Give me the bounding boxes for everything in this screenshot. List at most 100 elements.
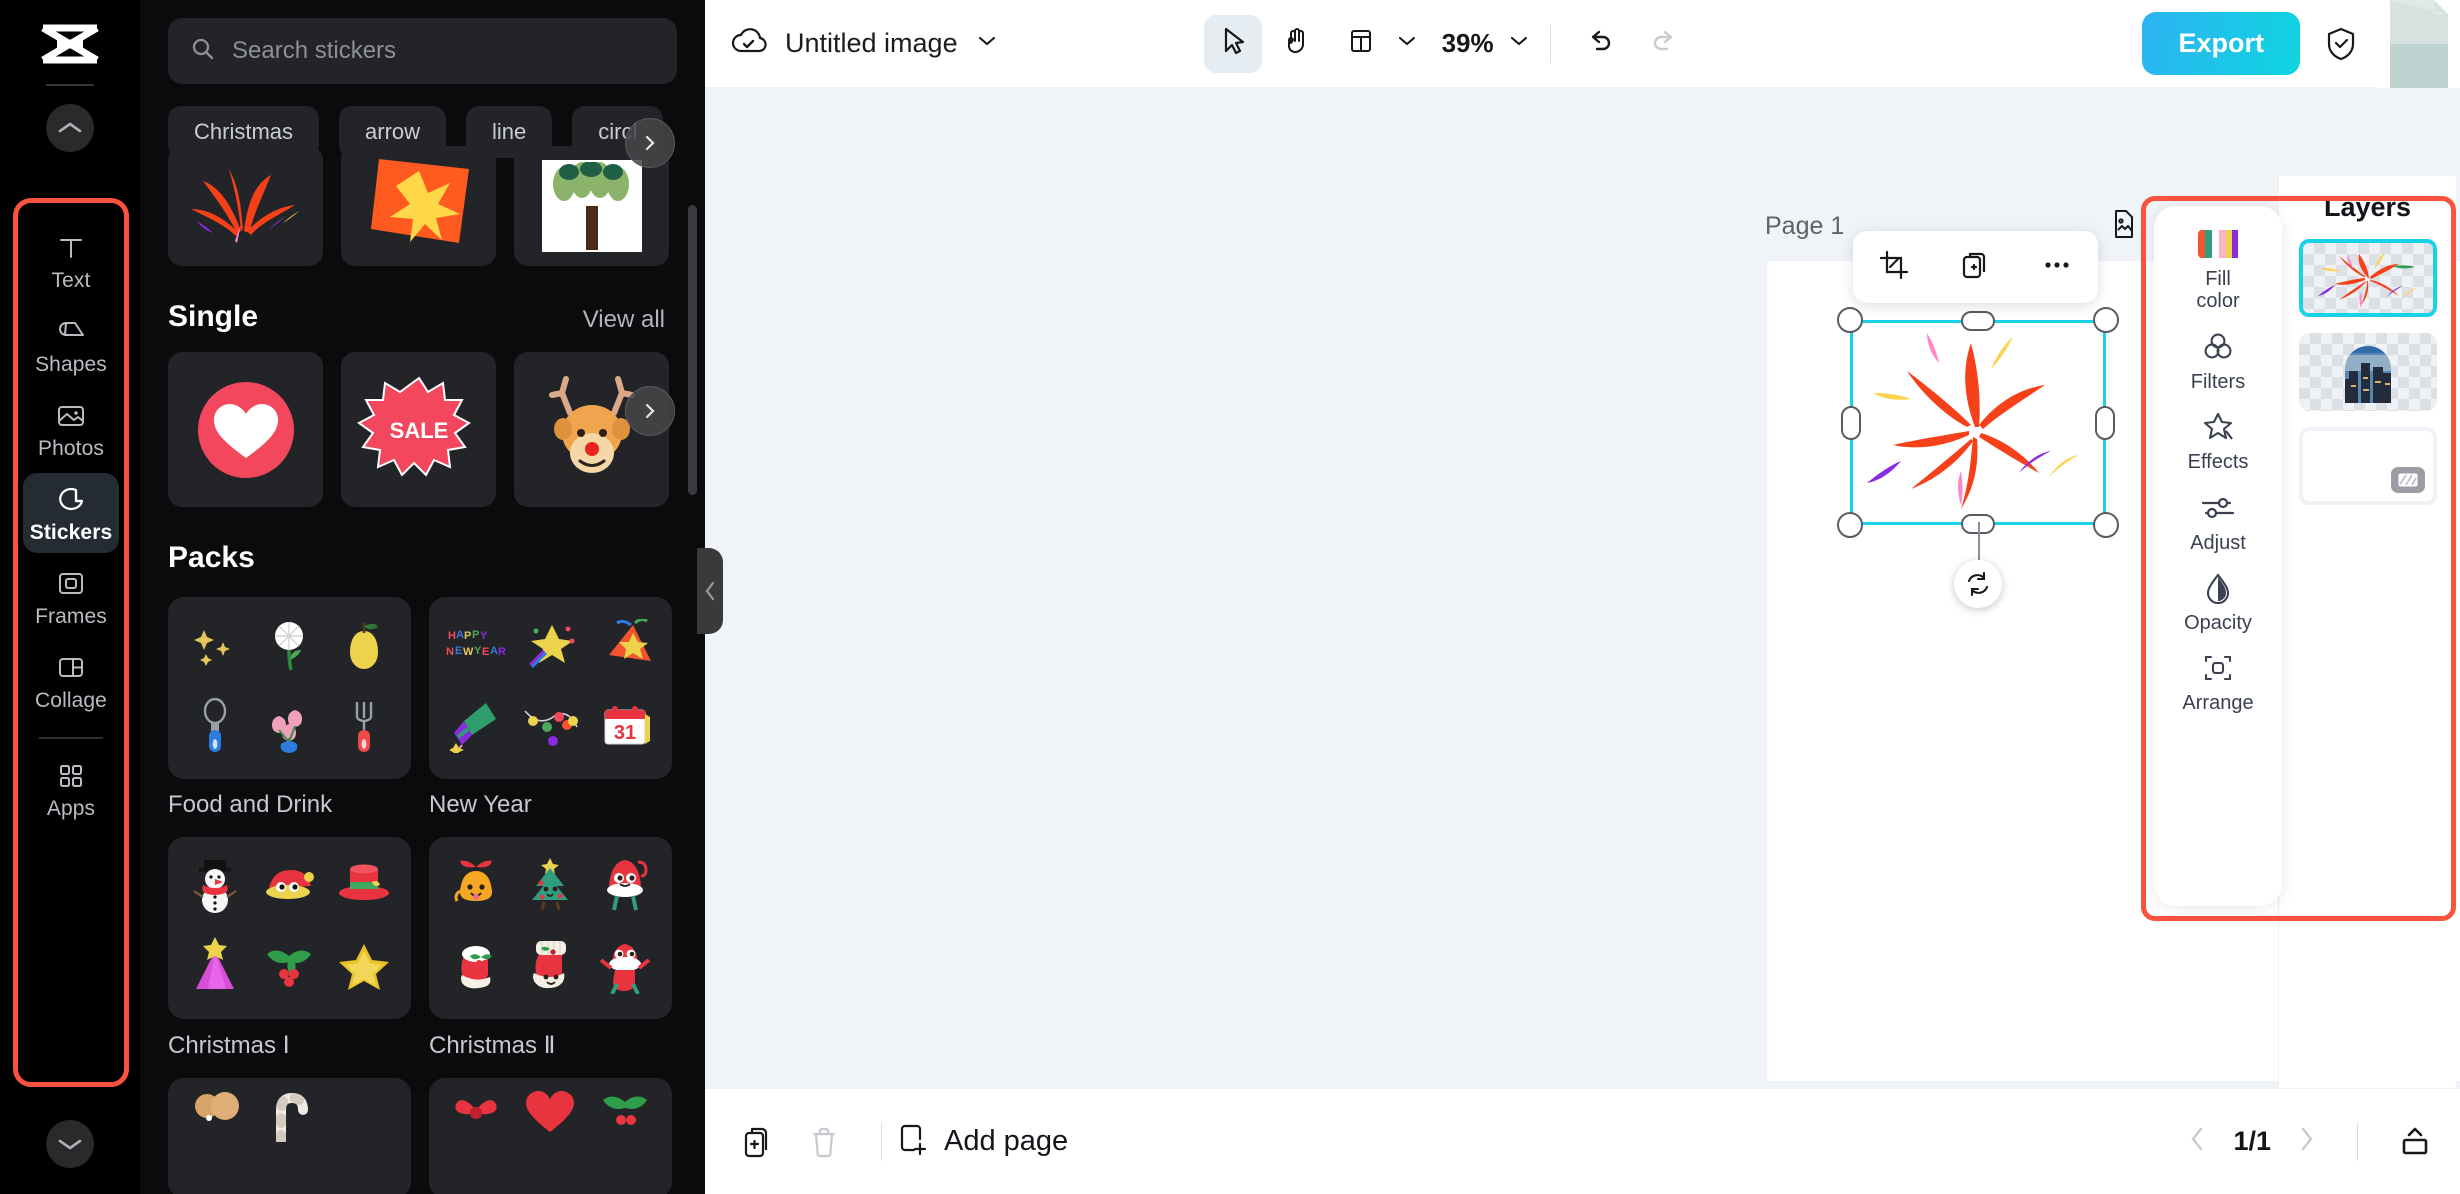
duplicate-page-button[interactable] xyxy=(741,1124,775,1160)
resize-handle-top-right[interactable] xyxy=(2093,307,2119,333)
layer-item-firework[interactable] xyxy=(2299,239,2437,317)
layers-title: Layers xyxy=(2279,192,2456,223)
sidebar-item-apps[interactable]: Apps xyxy=(23,749,119,829)
layer-item-photo[interactable] xyxy=(2299,333,2437,411)
pack-card[interactable] xyxy=(168,1078,411,1194)
resize-handle-bottom-right[interactable] xyxy=(2093,512,2119,538)
chevron-down-icon[interactable] xyxy=(976,34,998,53)
chevron-down-icon[interactable] xyxy=(1508,34,1530,53)
rotate-stem xyxy=(1978,522,1980,562)
search-input[interactable]: Search stickers xyxy=(168,18,677,84)
cursor-arrow-icon xyxy=(1219,26,1247,61)
sidebar-item-collage[interactable]: Collage xyxy=(23,641,119,721)
sticker-tile[interactable]: SALE xyxy=(341,352,496,507)
recent-sticker-strip xyxy=(140,128,705,266)
panel-scrollbar[interactable] xyxy=(688,205,697,495)
pack-card[interactable] xyxy=(429,1078,672,1194)
pack-card[interactable]: Christmas Ⅱ xyxy=(429,837,672,1060)
svg-text:N: N xyxy=(446,646,454,658)
tool-filters[interactable]: Filters xyxy=(2163,327,2273,393)
prev-page-button[interactable] xyxy=(2187,1124,2207,1159)
duplicate-button[interactable] xyxy=(1959,249,1991,286)
more-button[interactable] xyxy=(2041,249,2073,286)
topbar-left: Untitled image xyxy=(729,24,998,63)
cloud-saved-icon[interactable] xyxy=(729,24,767,63)
sidebar-item-stickers[interactable]: Stickers xyxy=(23,473,119,553)
select-tool-button[interactable] xyxy=(1204,15,1262,73)
svg-text:A: A xyxy=(490,645,498,657)
svg-text:R: R xyxy=(498,646,506,658)
rail-section-divider xyxy=(39,737,103,739)
santa-hat-sticker xyxy=(261,864,317,911)
sidebar-item-frames[interactable]: Frames xyxy=(23,557,119,637)
object-tools-panel: Fillcolor Filters Effects xyxy=(2154,206,2282,906)
sticker-strip-next-button[interactable] xyxy=(625,118,675,168)
export-button[interactable]: Export xyxy=(2142,12,2300,75)
panel-collapse-button[interactable] xyxy=(697,548,723,634)
layout-icon xyxy=(1348,27,1374,60)
document-title[interactable]: Untitled image xyxy=(785,28,958,59)
sidebar-item-text[interactable]: Text xyxy=(23,221,119,301)
redo-button[interactable] xyxy=(1635,15,1693,73)
single-sticker-strip: SALE xyxy=(140,334,705,507)
delete-page-button[interactable] xyxy=(809,1124,839,1160)
pack-card[interactable]: HAPPY NEWYEAR 31 New Year xyxy=(429,597,672,819)
tool-label: Filters xyxy=(2191,371,2245,393)
snowman-sticker xyxy=(190,857,240,918)
selection-box[interactable] xyxy=(1850,320,2106,525)
pack-card[interactable]: Food and Drink xyxy=(168,597,411,819)
sidebar-item-label: Apps xyxy=(47,797,95,821)
layout-tool-button[interactable] xyxy=(1332,15,1390,73)
sticker-tile[interactable] xyxy=(341,146,496,266)
rail-scroll-down-button[interactable] xyxy=(46,1120,94,1168)
sidebar-item-label: Stickers xyxy=(30,521,113,545)
resize-handle-top-left[interactable] xyxy=(1837,307,1863,333)
shield-check-icon[interactable] xyxy=(2312,15,2370,73)
crop-button[interactable] xyxy=(1878,249,1910,286)
chevron-down-icon[interactable] xyxy=(1396,34,1418,53)
svg-text:P: P xyxy=(464,630,471,642)
tool-opacity[interactable]: Opacity xyxy=(2163,568,2273,634)
svg-text:A: A xyxy=(456,629,464,641)
sidebar-item-label: Shapes xyxy=(35,353,107,377)
hand-tool-button[interactable] xyxy=(1268,15,1326,73)
single-strip-next-button[interactable] xyxy=(625,386,675,436)
resize-handle-right[interactable] xyxy=(2095,406,2115,440)
canvas-area[interactable]: Page 1 xyxy=(705,88,2460,1088)
pack-card[interactable]: Christmas Ⅰ xyxy=(168,837,411,1060)
sidebar-item-label: Frames xyxy=(35,605,107,629)
tool-adjust[interactable]: Adjust xyxy=(2163,488,2273,554)
shapes-icon xyxy=(55,315,87,349)
sidebar-item-shapes[interactable]: Shapes xyxy=(23,305,119,385)
happy-new-year-sticker: HAPPY NEWYEAR xyxy=(444,623,508,672)
holly-leaf-sticker xyxy=(599,1088,651,1141)
tool-fill-color[interactable]: Fillcolor xyxy=(2163,224,2273,313)
undo-button[interactable] xyxy=(1571,15,1629,73)
resize-handle-left[interactable] xyxy=(1841,406,1861,440)
zoom-level[interactable]: 39% xyxy=(1442,28,1494,59)
next-page-button[interactable] xyxy=(2297,1124,2317,1159)
sidebar-item-photos[interactable]: Photos xyxy=(23,389,119,469)
undo-icon xyxy=(1585,27,1615,60)
pack-thumbnail xyxy=(429,837,672,1019)
redo-icon xyxy=(1649,27,1679,60)
tool-label: Adjust xyxy=(2190,532,2246,554)
expand-panel-button[interactable] xyxy=(2398,1126,2432,1158)
tool-label: Fillcolor xyxy=(2196,268,2239,313)
layer-item-background[interactable] xyxy=(2299,427,2437,505)
rail-scroll-up-button[interactable] xyxy=(46,104,94,152)
pack-thumbnail xyxy=(168,1078,411,1194)
view-all-link[interactable]: View all xyxy=(583,306,665,334)
rotate-handle[interactable] xyxy=(1954,560,2002,608)
sticker-tile[interactable] xyxy=(168,352,323,507)
tool-arrange[interactable]: Arrange xyxy=(2163,648,2273,714)
resize-handle-top[interactable] xyxy=(1961,311,1995,331)
resize-handle-bottom-left[interactable] xyxy=(1837,512,1863,538)
capcut-logo-icon[interactable] xyxy=(30,18,110,70)
add-page-button[interactable]: Add page xyxy=(896,1121,1068,1162)
tool-effects[interactable]: Effects xyxy=(2163,407,2273,473)
svg-text:Y: Y xyxy=(474,645,482,657)
tool-label: Effects xyxy=(2188,451,2249,473)
sticker-tile[interactable] xyxy=(168,146,323,266)
page-thumbnail-icon[interactable] xyxy=(2108,208,2138,245)
